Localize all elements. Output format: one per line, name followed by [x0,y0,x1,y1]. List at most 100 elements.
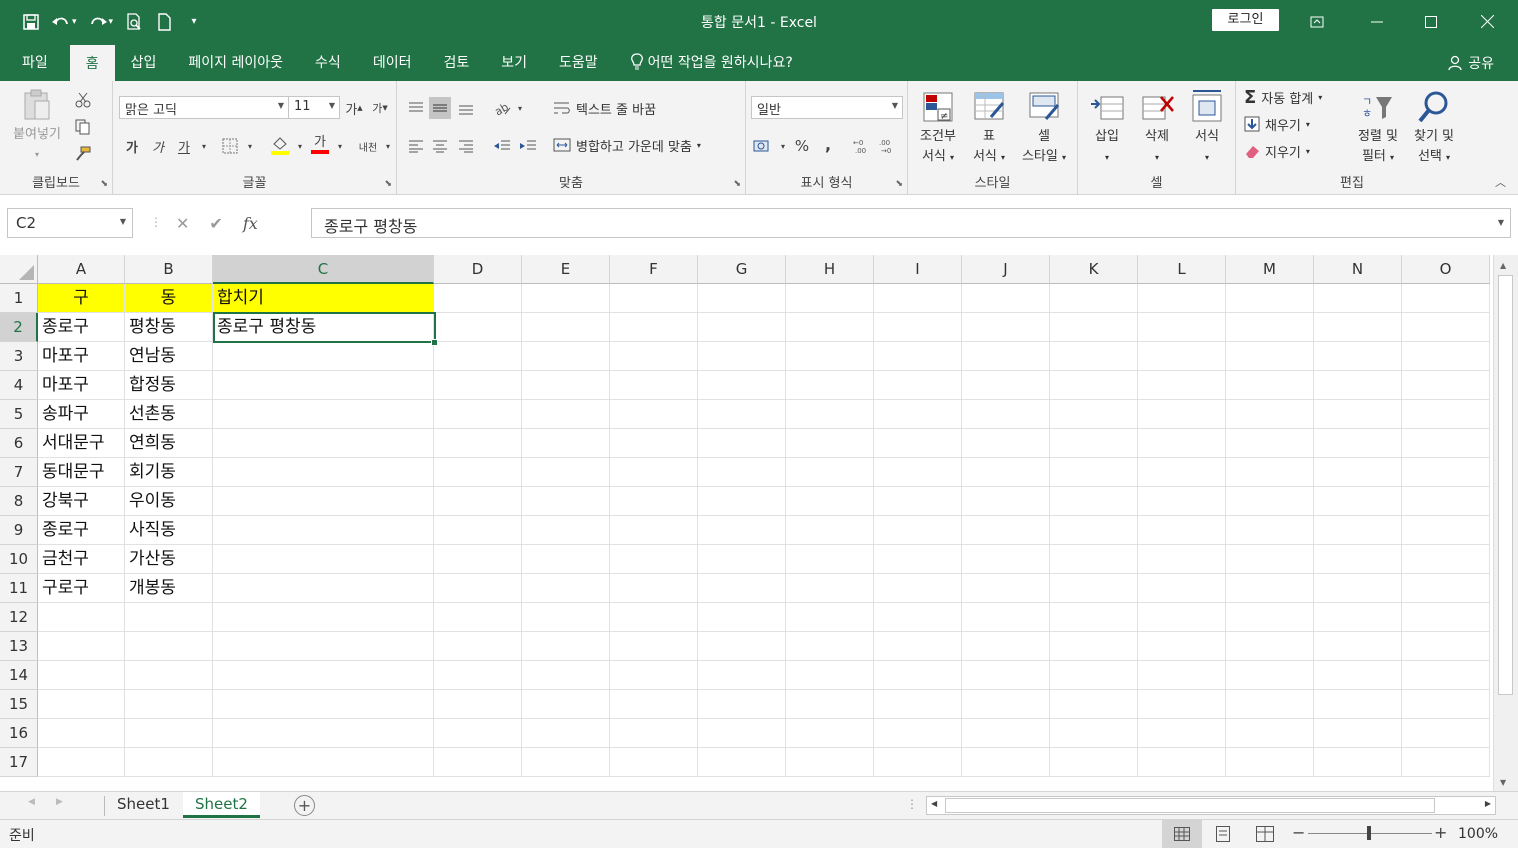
cell-a10[interactable]: 금천구 [38,545,125,574]
cell-j13[interactable] [962,632,1050,661]
font-color-icon[interactable]: 가 [309,134,331,156]
column-header-d[interactable]: D [434,255,522,284]
cell-d3[interactable] [434,342,522,371]
column-header-i[interactable]: I [874,255,962,284]
cell-g15[interactable] [698,690,786,719]
cell-l3[interactable] [1138,342,1226,371]
cell-b15[interactable] [125,690,213,719]
cell-i3[interactable] [874,342,962,371]
cell-l1[interactable] [1138,284,1226,313]
cell-k12[interactable] [1050,603,1138,632]
cell-l11[interactable] [1138,574,1226,603]
chevron-down-icon[interactable]: ▾ [72,17,77,27]
cell-o14[interactable] [1402,661,1490,690]
cell-m16[interactable] [1226,719,1314,748]
cell-m13[interactable] [1226,632,1314,661]
row-header-7[interactable]: 7 [0,458,38,487]
cell-o3[interactable] [1402,342,1490,371]
cell-g7[interactable] [698,458,786,487]
cell-g16[interactable] [698,719,786,748]
cell-g2[interactable] [698,313,786,342]
cell-l5[interactable] [1138,400,1226,429]
close-icon[interactable] [1464,0,1510,43]
cell-g12[interactable] [698,603,786,632]
cell-i16[interactable] [874,719,962,748]
cell-o10[interactable] [1402,545,1490,574]
cell-e4[interactable] [522,371,610,400]
new-file-icon[interactable] [151,9,177,35]
cell-k6[interactable] [1050,429,1138,458]
cell-i5[interactable] [874,400,962,429]
horizontal-scroll-thumb[interactable] [945,798,1435,813]
cell-k16[interactable] [1050,719,1138,748]
cell-c9[interactable] [213,516,434,545]
cell-i7[interactable] [874,458,962,487]
cell-j9[interactable] [962,516,1050,545]
cell-g9[interactable] [698,516,786,545]
column-header-h[interactable]: H [786,255,874,284]
grow-font-button[interactable]: 가 ▲ [343,97,365,119]
cell-g4[interactable] [698,371,786,400]
cell-a3[interactable]: 마포구 [38,342,125,371]
cell-a9[interactable]: 종로구 [38,516,125,545]
row-header-10[interactable]: 10 [0,545,38,574]
cell-c2[interactable]: 종로구 평창동 [213,313,434,342]
column-header-m[interactable]: M [1226,255,1314,284]
cell-m17[interactable] [1226,748,1314,777]
cell-g3[interactable] [698,342,786,371]
cell-a4[interactable]: 마포구 [38,371,125,400]
collapse-ribbon-icon[interactable]: ︿ [1495,174,1506,190]
cell-l15[interactable] [1138,690,1226,719]
percent-style-button[interactable]: % [791,135,813,157]
cell-k14[interactable] [1050,661,1138,690]
cell-a17[interactable] [38,748,125,777]
cell-g1[interactable] [698,284,786,313]
cell-f2[interactable] [610,313,698,342]
zoom-level[interactable]: 100% [1458,826,1498,842]
cell-j5[interactable] [962,400,1050,429]
cell-i2[interactable] [874,313,962,342]
tab-home[interactable]: 홈 [69,45,115,81]
cell-b16[interactable] [125,719,213,748]
ribbon-display-icon[interactable] [1294,0,1340,43]
cell-h17[interactable] [786,748,874,777]
font-name-combo[interactable]: 맑은 고딕 ▼ [119,96,289,119]
increase-decimal-icon[interactable]: ←0.00 [852,135,874,157]
cell-l10[interactable] [1138,545,1226,574]
column-header-g[interactable]: G [698,255,786,284]
tab-file[interactable]: 파일 [0,43,70,81]
cell-h6[interactable] [786,429,874,458]
align-left-icon[interactable] [405,135,427,157]
cell-c15[interactable] [213,690,434,719]
cell-b1[interactable]: 동 [125,284,213,313]
cell-o1[interactable] [1402,284,1490,313]
cell-h16[interactable] [786,719,874,748]
cell-f14[interactable] [610,661,698,690]
cell-e14[interactable] [522,661,610,690]
cell-l7[interactable] [1138,458,1226,487]
cell-k7[interactable] [1050,458,1138,487]
cell-n10[interactable] [1314,545,1402,574]
cell-j4[interactable] [962,371,1050,400]
cell-i4[interactable] [874,371,962,400]
row-header-14[interactable]: 14 [0,661,38,690]
cell-m11[interactable] [1226,574,1314,603]
paste-button[interactable]: 붙여넣기 ▾ [6,87,68,165]
increase-indent-icon[interactable] [517,135,539,157]
cell-i9[interactable] [874,516,962,545]
format-as-table-button[interactable]: 표 서식 ▾ [964,89,1014,168]
cell-d11[interactable] [434,574,522,603]
undo-icon[interactable] [48,9,74,35]
cell-b8[interactable]: 우이동 [125,487,213,516]
cell-l12[interactable] [1138,603,1226,632]
cell-k2[interactable] [1050,313,1138,342]
cell-k11[interactable] [1050,574,1138,603]
cell-e13[interactable] [522,632,610,661]
cell-l14[interactable] [1138,661,1226,690]
chevron-down-icon[interactable]: ▾ [289,135,311,157]
row-header-3[interactable]: 3 [0,342,38,371]
cell-g5[interactable] [698,400,786,429]
cell-a15[interactable] [38,690,125,719]
sheet-tab-sheet2[interactable]: Sheet2 [183,792,260,818]
cell-e9[interactable] [522,516,610,545]
